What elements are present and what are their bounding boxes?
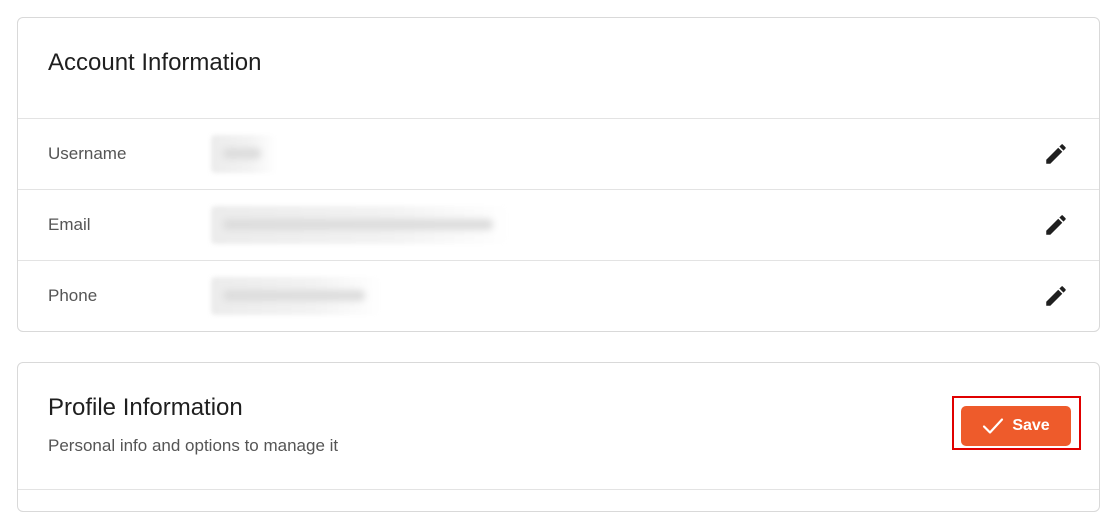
- phone-label: Phone: [48, 286, 98, 305]
- email-row: Email: [18, 189, 1099, 260]
- email-value-redacted: [211, 206, 509, 244]
- pencil-icon[interactable]: [1043, 141, 1069, 167]
- username-value-redacted: [211, 135, 277, 173]
- email-label: Email: [48, 215, 91, 234]
- phone-row: Phone: [18, 260, 1099, 331]
- save-button-label: Save: [1012, 417, 1050, 434]
- pencil-icon[interactable]: [1043, 283, 1069, 309]
- phone-value-redacted: [211, 277, 381, 315]
- username-label: Username: [48, 144, 127, 163]
- pencil-icon[interactable]: [1043, 212, 1069, 238]
- account-information-title: Account Information: [48, 49, 262, 76]
- profile-information-title: Profile Information: [48, 394, 243, 421]
- username-row: Username: [18, 118, 1099, 189]
- profile-information-card: Profile Information Personal info and op…: [17, 362, 1100, 512]
- save-button[interactable]: Save: [961, 406, 1071, 446]
- account-information-card: Account Information Username Email Phone: [17, 17, 1100, 332]
- profile-divider: [18, 489, 1099, 490]
- checkmark-icon: [983, 418, 1004, 434]
- profile-information-subtitle: Personal info and options to manage it: [48, 436, 339, 455]
